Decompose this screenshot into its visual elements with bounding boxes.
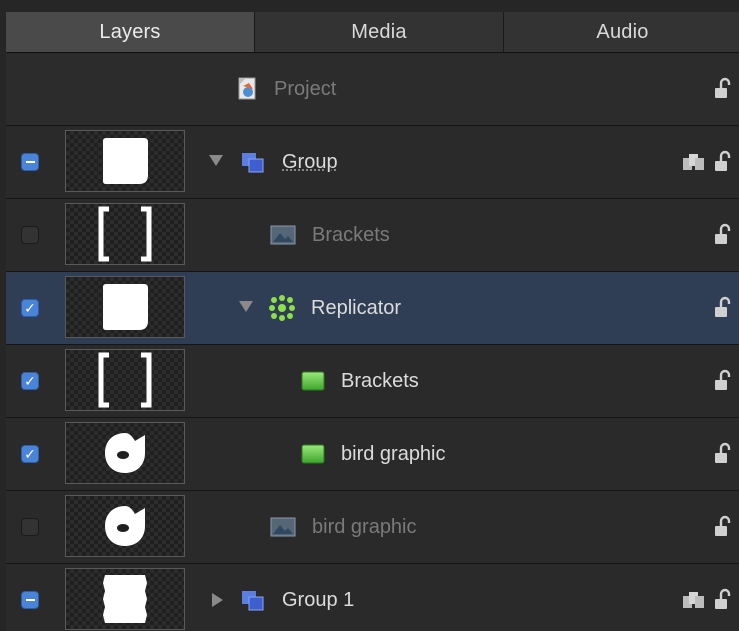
layer-row-replicator[interactable]: ✓ Replicator [6, 272, 739, 345]
lock-icon[interactable] [713, 588, 731, 610]
lock-icon[interactable] [713, 515, 731, 537]
cell-icon [301, 371, 325, 391]
layers-panel: Layers Media Audio Project Group Bracket… [0, 0, 739, 631]
lock-icon[interactable] [713, 296, 731, 318]
thumbnail-image [103, 284, 148, 330]
visibility-checkbox[interactable] [21, 226, 39, 244]
layer-label: Group 1 [282, 589, 355, 611]
lock-icon[interactable] [713, 77, 731, 99]
layer-label: Replicator [311, 297, 402, 319]
visibility-checkbox[interactable] [21, 518, 39, 536]
layer-thumbnail [65, 349, 185, 411]
layer-label: Brackets [341, 370, 419, 392]
layer-row-group[interactable]: Group [6, 126, 739, 199]
image-icon [270, 225, 296, 245]
group-icon [242, 591, 264, 611]
layer-label: bird graphic [312, 516, 417, 538]
layer-thumbnail [65, 130, 185, 192]
layer-label: bird graphic [341, 443, 446, 465]
layer-thumbnail [65, 495, 185, 557]
thumbnail-image [98, 206, 152, 262]
thumbnail-image [105, 506, 145, 546]
tab-bar: Layers Media Audio [6, 12, 739, 53]
thumbnail-image [103, 138, 148, 184]
layers-list: Project Group Brackets ✓ Replicator ✓ Br… [6, 53, 739, 631]
layer-label: Project [274, 78, 337, 100]
layer-row-bird-graphic-cell[interactable]: ✓ bird graphic [6, 418, 739, 491]
lock-icon[interactable] [713, 442, 731, 464]
tab-media[interactable]: Media [255, 12, 504, 52]
group-type-icon[interactable] [683, 154, 705, 170]
layer-row-brackets-cell[interactable]: ✓ Brackets [6, 345, 739, 418]
group-icon [242, 153, 264, 173]
disclosure-triangle-icon[interactable] [212, 593, 223, 607]
layer-row-brackets-image[interactable]: Brackets [6, 199, 739, 272]
layer-thumbnail [65, 422, 185, 484]
lock-icon[interactable] [713, 369, 731, 391]
lock-icon[interactable] [713, 150, 731, 172]
layer-row-group-1[interactable]: Group 1 [6, 564, 739, 631]
group-type-icon[interactable] [683, 592, 705, 608]
tab-layers[interactable]: Layers [6, 12, 255, 52]
layer-thumbnail [65, 568, 185, 630]
layer-row-project[interactable]: Project [6, 53, 739, 126]
thumbnail-image [103, 575, 147, 623]
tab-audio[interactable]: Audio [504, 12, 739, 52]
layer-row-bird-graphic-image[interactable]: bird graphic [6, 491, 739, 564]
replicator-icon [269, 295, 295, 321]
layer-label: Group [282, 151, 338, 173]
project-icon [238, 77, 256, 100]
visibility-checkbox[interactable]: ✓ [21, 299, 39, 317]
layer-thumbnail [65, 276, 185, 338]
disclosure-triangle-icon[interactable] [209, 155, 223, 166]
cell-icon [301, 444, 325, 464]
visibility-checkbox[interactable] [21, 153, 39, 171]
visibility-checkbox[interactable]: ✓ [21, 372, 39, 390]
thumbnail-image [105, 433, 145, 473]
disclosure-triangle-icon[interactable] [239, 301, 253, 312]
layer-label: Brackets [312, 224, 390, 246]
image-icon [270, 517, 296, 537]
lock-icon[interactable] [713, 223, 731, 245]
layer-thumbnail [65, 203, 185, 265]
thumbnail-image [98, 352, 152, 408]
visibility-checkbox[interactable] [21, 591, 39, 609]
visibility-checkbox[interactable]: ✓ [21, 445, 39, 463]
